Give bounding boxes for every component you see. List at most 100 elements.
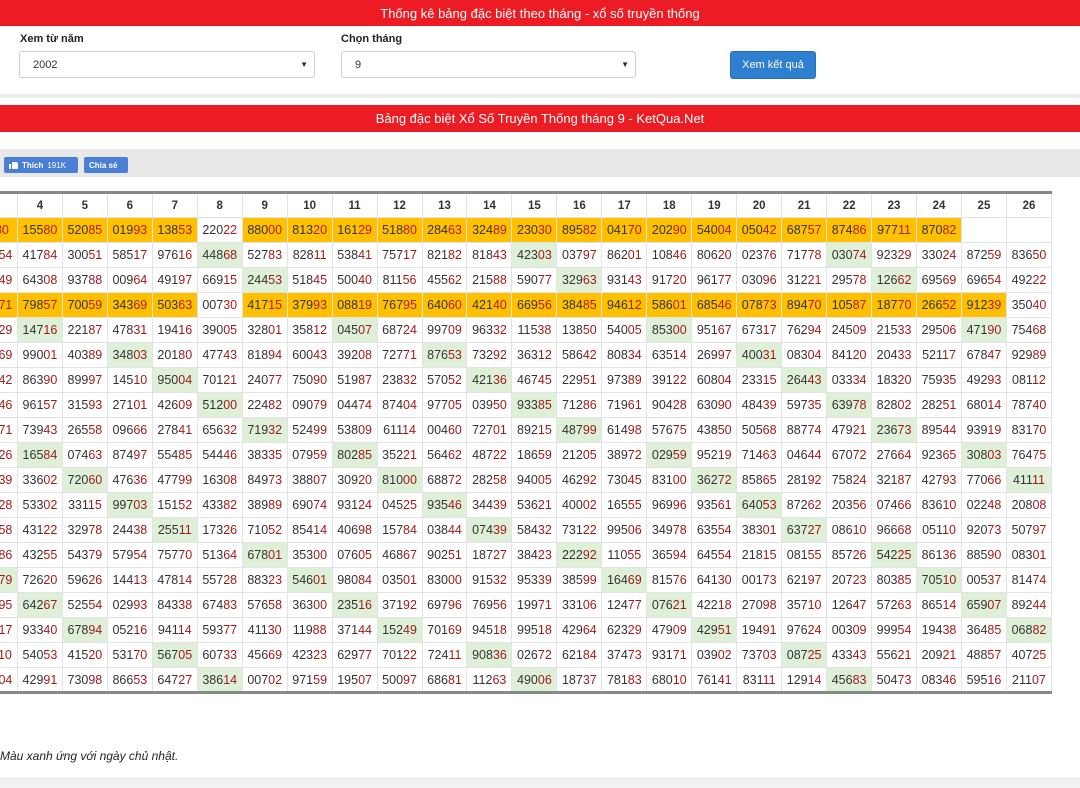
result-cell: 18727 [466,542,513,568]
result-cell: 62184 [556,642,603,668]
result-cell: 52554 [61,592,108,618]
result-cell: 89582 [556,217,603,243]
result-cell: 35221 [376,442,423,468]
result-cell: 61114 [376,417,423,443]
result-cell: 07621 [646,592,693,618]
result-cell: 00309 [826,617,873,643]
result-cell: 55485 [151,442,198,468]
result-cell: 73095 [0,592,18,618]
result-cell: 26997 [691,342,738,368]
result-cell: 43343 [826,642,873,668]
result-cell: 13853 [151,217,198,243]
result-cell: 72620 [16,567,63,593]
result-cell: 27098 [736,592,783,618]
result-cell: 53841 [331,242,378,268]
result-cell: 43382 [196,492,243,518]
column-header-day: 17 [601,192,648,218]
result-cell: 86653 [106,667,153,693]
result-cell: 92073 [960,517,1007,543]
result-cell: 36300 [286,592,333,618]
result-cell: 82739 [0,467,18,493]
result-cell: 49222 [1005,267,1053,293]
result-cell: 54053 [16,642,63,668]
table-row: 8004696157315932710142609512002248209079… [0,392,1053,418]
result-cell: 15784 [376,517,423,543]
result-cell: 02248 [960,492,1007,518]
result-cell: 22022 [196,217,243,243]
result-cell: 93124 [331,492,378,518]
result-cell: 18737 [556,667,603,693]
result-cell: 96668 [871,517,918,543]
result-cell: 33602 [16,467,63,493]
result-cell: 52499 [286,417,333,443]
result-cell: 97159 [286,667,333,693]
result-cell: 76475 [1005,442,1053,468]
result-cell: 42140 [466,292,513,318]
result-cell: 38485 [556,292,603,318]
result-cell: 70510 [916,567,962,593]
result-cell: 87082 [916,217,962,243]
result-cell: 89544 [916,417,962,443]
result-cell: 70121 [196,367,243,393]
result-cell: 16469 [601,567,648,593]
table-row: 9211054053415205317056705607334566942323… [0,642,1053,668]
result-cell: 21107 [1005,667,1053,693]
result-cell: 07873 [736,292,783,318]
result-cell: 54005 [601,317,648,343]
result-cell: 50568 [736,417,783,443]
result-cell: 43122 [16,517,63,543]
result-cell: 96332 [466,317,513,343]
result-cell: 95219 [691,442,738,468]
result-cell: 48857 [960,642,1007,668]
result-cell: 02959 [646,442,693,468]
result-cell: 29578 [826,267,873,293]
result-cell: 62977 [331,642,378,668]
result-cell: 76795 [376,292,423,318]
like-button[interactable]: Thích 191K [4,157,78,173]
result-cell: 86390 [16,367,63,393]
result-cell: 21205 [556,442,603,468]
column-header-day: 10 [286,192,333,218]
result-cell: 35040 [1005,292,1053,318]
share-button[interactable]: Chia sẻ [84,157,128,173]
table-row: 5160442991730988665364727386140070297159… [0,667,1053,693]
result-cell: 73292 [466,342,513,368]
result-cell: 72771 [376,342,423,368]
month-select[interactable]: 9 ▼ [341,51,636,78]
result-cell: 42303 [511,242,558,268]
result-cell: 63090 [691,392,738,418]
result-cell: 05216 [106,617,153,643]
result-cell: 65632 [196,417,243,443]
result-cell: 83100 [646,467,693,493]
result-cell: 08155 [781,542,828,568]
result-cell: 23030 [511,217,558,243]
result-cell: 96177 [691,267,738,293]
result-cell: 03844 [421,517,468,543]
result-cell: 40002 [556,492,603,518]
result-cell: 39208 [331,342,378,368]
result-cell: 19507 [331,667,378,693]
result-cell: 45562 [421,267,468,293]
result-cell: 62197 [781,567,828,593]
result-cell: 37473 [601,642,648,668]
result-cell: 34369 [106,292,153,318]
result-cell: 80046 [0,392,18,418]
result-cell: 71778 [781,242,828,268]
result-cell: 75824 [826,467,873,493]
result-cell: 20808 [1005,492,1053,518]
result-cell: 36312 [511,342,558,368]
view-results-button[interactable]: Xem kết quả [730,51,816,79]
result-cell: 75090 [286,367,333,393]
column-header-day: 3 [0,192,18,218]
result-cell: 55728 [196,567,243,593]
result-cell: 87497 [106,442,153,468]
result-cell: 24077 [241,367,288,393]
result-cell: 16308 [196,467,243,493]
result-cell: 94612 [601,292,648,318]
result-cell: 15249 [376,617,423,643]
year-select[interactable]: 2002 ▼ [19,51,315,78]
result-cell: 86136 [916,542,962,568]
result-cell: 07466 [871,492,918,518]
column-header-day: 12 [376,192,423,218]
result-cell: 57675 [646,417,693,443]
